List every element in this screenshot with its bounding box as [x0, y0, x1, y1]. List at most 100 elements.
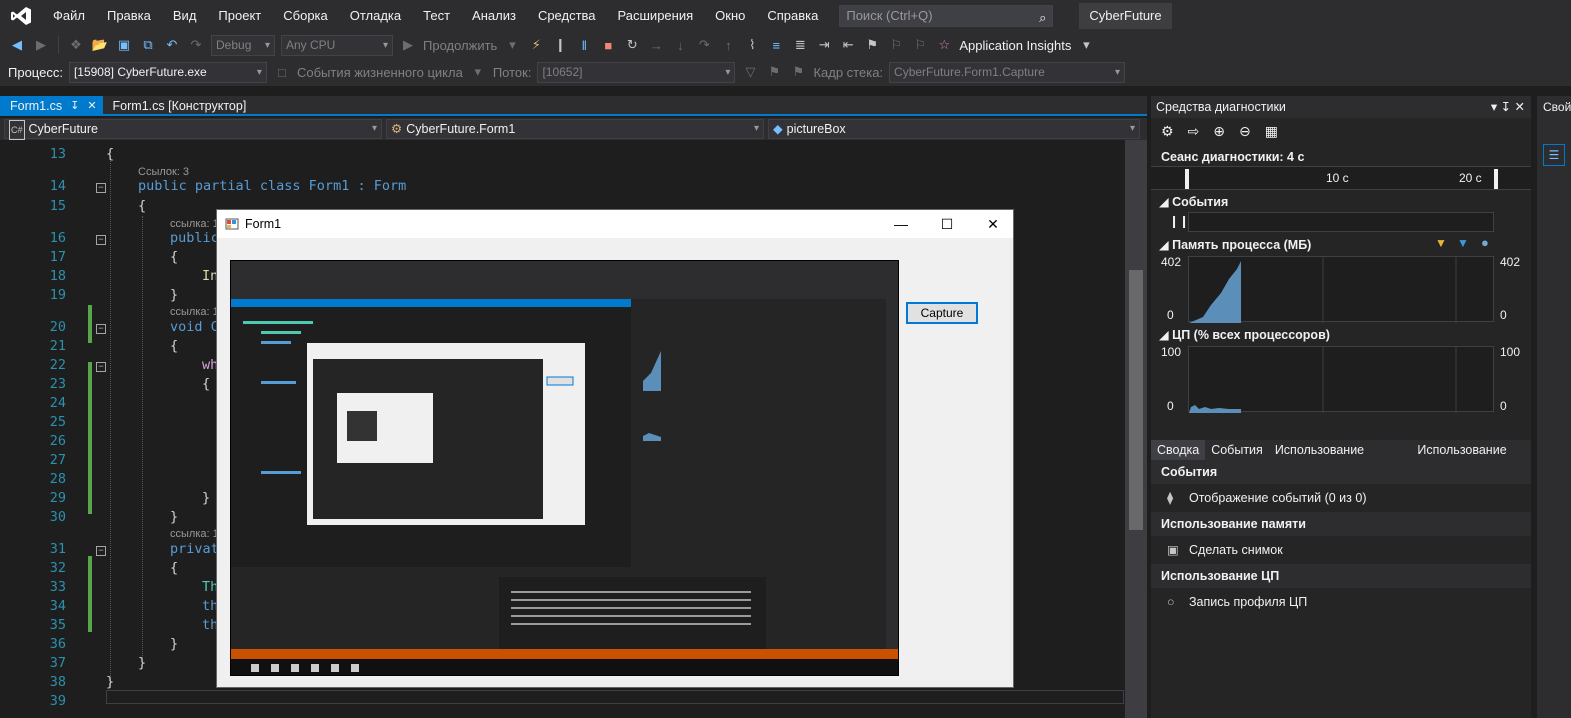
- lifecycle-events-select[interactable]: События жизненного цикла: [297, 65, 463, 80]
- close-icon[interactable]: ✕: [87, 96, 96, 116]
- app-insights-dropdown-icon[interactable]: ▾: [1077, 36, 1095, 54]
- record-cpu-profile-button[interactable]: ○ Запись профиля ЦП: [1167, 590, 1307, 614]
- references-codelens[interactable]: Ссылок: 3: [138, 166, 189, 178]
- class-select[interactable]: ⚙ CyberFuture.Form1: [386, 119, 764, 139]
- timeline-start-handle[interactable]: [1185, 169, 1189, 189]
- menu-window[interactable]: Окно: [704, 0, 756, 32]
- undo-icon[interactable]: ↶: [163, 36, 181, 54]
- save-all-icon[interactable]: ⧉: [139, 36, 157, 54]
- break-all-icon[interactable]: ❙: [551, 36, 569, 54]
- tab-form1-designer[interactable]: Form1.cs [Конструктор]: [103, 96, 253, 116]
- continue-dropdown-icon[interactable]: ▾: [503, 36, 521, 54]
- search-input[interactable]: Поиск (Ctrl+Q) ⌕: [839, 5, 1054, 27]
- vertical-scrollbar[interactable]: [1125, 140, 1147, 718]
- cpu-chart[interactable]: [1188, 346, 1494, 413]
- cpu-section-header[interactable]: ◢ ЦП (% всех процессоров): [1159, 327, 1330, 342]
- panel-controls[interactable]: ▾ ↧ ✕: [1491, 96, 1525, 118]
- memory-section-header[interactable]: ◢ Память процесса (МБ): [1159, 237, 1311, 252]
- properties-tab-label[interactable]: Свой: [1543, 100, 1571, 114]
- references-codelens[interactable]: ссылка: 1: [170, 218, 219, 230]
- properties-categorized-icon[interactable]: ☰: [1543, 144, 1565, 166]
- menu-tools[interactable]: Средства: [527, 0, 607, 32]
- menu-help[interactable]: Справка: [756, 0, 829, 32]
- references-codelens[interactable]: ссылка: 1: [170, 306, 219, 318]
- minimize-icon[interactable]: —: [887, 214, 915, 234]
- platform-select[interactable]: Any CPU: [281, 34, 393, 56]
- hot-reload-icon[interactable]: ⚡: [527, 36, 545, 54]
- horizontal-scrollbar[interactable]: [106, 690, 1124, 704]
- collapse-icon[interactable]: −: [96, 362, 106, 372]
- scrollbar-thumb[interactable]: [1129, 270, 1143, 530]
- collapse-icon[interactable]: −: [96, 235, 106, 245]
- forward-icon[interactable]: ▶: [32, 36, 50, 54]
- timeline-end-handle[interactable]: [1494, 169, 1498, 189]
- process-select[interactable]: [15908] CyberFuture.exe: [68, 61, 267, 83]
- tab-cpu-usage[interactable]: Использование ЦП: [1411, 440, 1531, 477]
- export-icon[interactable]: ⇨: [1188, 123, 1200, 141]
- step-into-icon[interactable]: ↓: [671, 36, 689, 54]
- member-select[interactable]: ◆ pictureBox: [768, 119, 1140, 139]
- menu-view[interactable]: Вид: [162, 0, 208, 32]
- show-next-statement-icon[interactable]: →: [647, 36, 665, 54]
- pin-icon[interactable]: ↧: [70, 96, 79, 116]
- zoom-in-icon[interactable]: ⊕: [1213, 123, 1225, 141]
- thread-select[interactable]: [10652]: [537, 61, 736, 83]
- new-project-icon[interactable]: ❖: [67, 36, 85, 54]
- show-events-link[interactable]: ⧫ Отображение событий (0 из 0): [1167, 486, 1366, 510]
- step-over-icon[interactable]: ↷: [695, 36, 713, 54]
- memory-chart[interactable]: [1188, 256, 1494, 323]
- events-section-header[interactable]: ◢ События: [1159, 194, 1228, 209]
- menu-file[interactable]: Файл: [42, 0, 96, 32]
- collapse-icon[interactable]: −: [96, 324, 106, 334]
- menu-edit[interactable]: Правка: [96, 0, 162, 32]
- zoom-out-icon[interactable]: ⊖: [1239, 123, 1251, 141]
- save-icon[interactable]: ▣: [115, 36, 133, 54]
- lifecycle-events-icon[interactable]: □: [273, 63, 291, 81]
- menu-analyze[interactable]: Анализ: [461, 0, 527, 32]
- pause-events-icon[interactable]: ❙❙: [1169, 214, 1189, 228]
- capture-button[interactable]: Capture: [906, 302, 978, 324]
- hex-display-icon[interactable]: ⌇: [743, 36, 761, 54]
- timeline-ruler[interactable]: 10 с 20 с: [1151, 166, 1531, 190]
- comment-icon[interactable]: ≡: [767, 36, 785, 54]
- application-insights-button[interactable]: Application Insights: [959, 38, 1071, 53]
- lightbulb-icon[interactable]: ☆: [935, 36, 953, 54]
- menu-project[interactable]: Проект: [207, 0, 272, 32]
- filter-icon[interactable]: ▽: [741, 63, 759, 81]
- events-track[interactable]: [1188, 212, 1494, 232]
- settings-icon[interactable]: ⚙: [1161, 123, 1174, 141]
- references-codelens[interactable]: ссылка: 1: [170, 528, 219, 540]
- configuration-select[interactable]: Debug: [211, 34, 275, 56]
- prev-bookmark-icon[interactable]: ⚐: [887, 36, 905, 54]
- reset-view-icon[interactable]: ▦: [1265, 123, 1278, 141]
- tab-events[interactable]: События: [1205, 440, 1269, 460]
- close-icon[interactable]: ✕: [979, 214, 1007, 234]
- continue-button[interactable]: Продолжить: [423, 38, 497, 53]
- stop-icon[interactable]: ■: [599, 36, 617, 54]
- project-select[interactable]: C# CyberFuture: [4, 119, 382, 140]
- menu-debug[interactable]: Отладка: [339, 0, 412, 32]
- redo-icon[interactable]: ↷: [187, 36, 205, 54]
- maximize-icon[interactable]: ☐: [933, 214, 961, 234]
- uncomment-icon[interactable]: ≣: [791, 36, 809, 54]
- lifecycle-dropdown-icon[interactable]: ▾: [469, 63, 487, 81]
- flag-all-icon[interactable]: ⚑: [789, 63, 807, 81]
- menu-build[interactable]: Сборка: [272, 0, 339, 32]
- back-icon[interactable]: ◀: [8, 36, 26, 54]
- outdent-icon[interactable]: ⇤: [839, 36, 857, 54]
- continue-icon[interactable]: ▶: [399, 36, 417, 54]
- bookmark-icon[interactable]: ⚑: [863, 36, 881, 54]
- step-out-icon[interactable]: ↑: [719, 36, 737, 54]
- stack-frame-select[interactable]: CyberFuture.Form1.Capture: [889, 61, 1126, 83]
- visual-studio-logo-icon[interactable]: [0, 0, 42, 32]
- restart-icon[interactable]: ↻: [623, 36, 641, 54]
- collapse-icon[interactable]: −: [96, 546, 106, 556]
- tab-summary[interactable]: Сводка: [1151, 440, 1206, 460]
- collapse-icon[interactable]: −: [96, 183, 106, 193]
- form-titlebar[interactable]: Form1 — ☐ ✕: [217, 210, 1013, 238]
- menu-test[interactable]: Тест: [412, 0, 461, 32]
- flag-thread-icon[interactable]: ⚑: [765, 63, 783, 81]
- next-bookmark-icon[interactable]: ⚐: [911, 36, 929, 54]
- pause-icon[interactable]: ‖: [575, 36, 593, 54]
- open-folder-icon[interactable]: 📂: [91, 36, 109, 54]
